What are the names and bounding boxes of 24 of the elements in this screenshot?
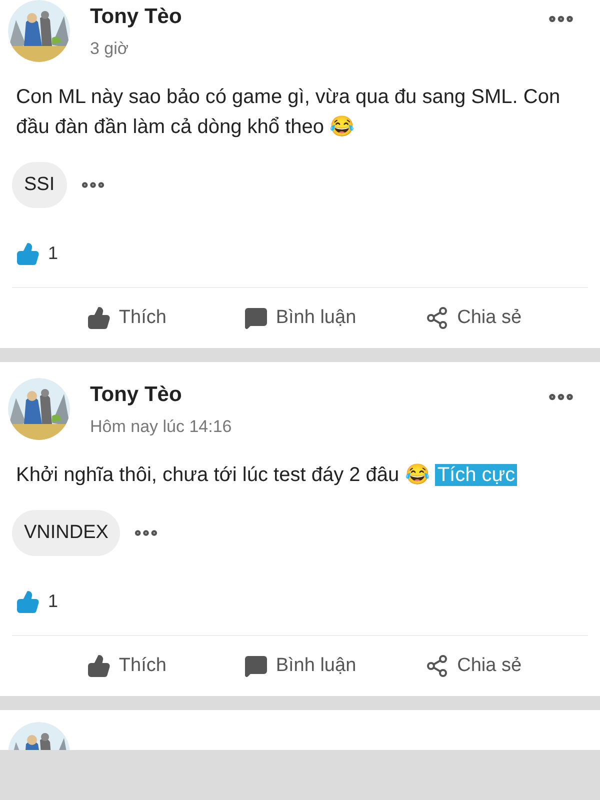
post-time: 3 giờ (90, 38, 130, 60)
post-text: Khởi nghĩa thôi, chưa tới lúc test đáy 2 đâu 😂 (16, 464, 430, 486)
like-icon (16, 590, 40, 614)
share-button[interactable]: Chia sẻ (386, 304, 560, 332)
post-time: Hôm nay lúc 14:16 (90, 416, 233, 438)
comment-icon (244, 654, 268, 678)
ticker-chip[interactable]: SSI (12, 162, 67, 208)
like-count: 1 (48, 590, 58, 613)
ticker-chip[interactable]: VNINDEX (12, 510, 120, 556)
share-icon (425, 654, 450, 678)
like-count: 1 (48, 242, 58, 265)
post-text: Con ML này sao bảo có game gì, vừa qua đu sang SML. Con đầu đàn đần làm cả dòng khổ theo 😂 (16, 86, 560, 138)
author-name[interactable]: Tony Tèo (90, 382, 546, 408)
share-icon (425, 306, 450, 330)
like-icon (86, 654, 111, 678)
like-button[interactable]: Thích (40, 304, 214, 332)
like-icon (86, 306, 111, 330)
share-button[interactable]: Chia sẻ (386, 652, 560, 680)
comment-button[interactable]: Bình luận (213, 652, 387, 680)
author-name[interactable]: Tony Tèo (90, 4, 546, 30)
comment-button[interactable]: Bình luận (213, 304, 387, 332)
like-button[interactable]: Thích (40, 652, 214, 680)
like-icon (16, 242, 40, 266)
comment-icon (244, 306, 268, 330)
